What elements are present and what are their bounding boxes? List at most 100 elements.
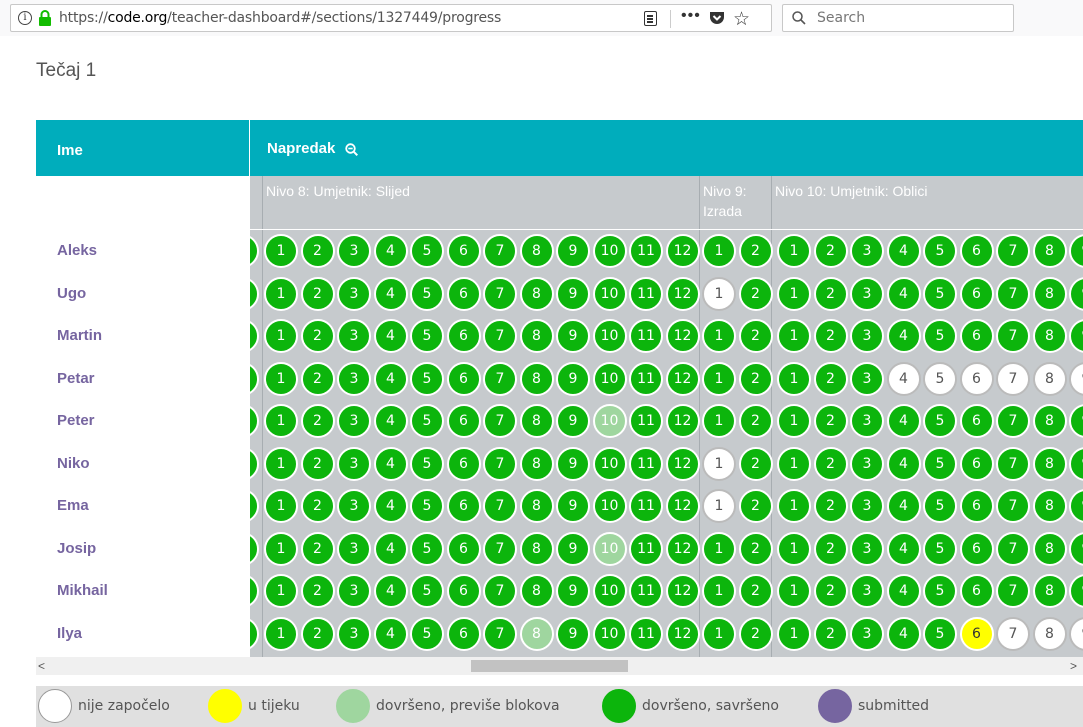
progress-bubble[interactable]: 1 [702,574,736,608]
progress-bubble[interactable]: 8 [519,446,554,481]
progress-bubble[interactable]: 11 [629,276,663,311]
progress-bubble[interactable]: 5 [410,361,444,396]
progress-bubble[interactable]: 11 [629,446,663,481]
progress-bubble[interactable]: 10 [592,234,627,268]
progress-bubble[interactable]: 4 [886,404,921,438]
progress-bubble[interactable]: 1 [702,446,736,481]
progress-bubble[interactable]: 7 [483,361,517,396]
progress-bubble[interactable]: 7 [483,234,517,268]
progress-bubble[interactable]: 3 [850,616,884,651]
progress-bubble[interactable]: 4 [373,489,408,523]
progress-bubble[interactable]: 4 [886,234,921,268]
progress-bubble[interactable]: 4 [886,616,921,651]
progress-bubble[interactable]: 5 [250,361,259,396]
progress-bubble[interactable]: 7 [483,404,517,438]
progress-bubble[interactable]: 7 [996,319,1030,353]
progress-bubble[interactable]: 10 [592,446,627,481]
progress-bubble[interactable]: 10 [592,404,627,438]
progress-bubble[interactable]: 9 [556,319,590,353]
progress-bubble[interactable]: 7 [996,234,1030,268]
progress-bubble[interactable]: 2 [300,276,335,311]
scroll-thumb[interactable] [471,660,628,672]
progress-bubble[interactable]: 3 [337,234,371,268]
progress-bubble[interactable]: 10 [592,574,627,608]
student-name[interactable]: Ugo [57,285,86,302]
progress-bubble[interactable]: 6 [959,616,994,651]
more-actions-icon[interactable]: ••• [681,7,701,25]
progress-bubble[interactable]: 6 [446,446,481,481]
progress-bubble[interactable]: 2 [738,234,773,268]
progress-bubble[interactable]: 8 [519,489,554,523]
progress-bubble[interactable]: 9 [1069,616,1083,651]
progress-bubble[interactable]: 1 [777,489,811,523]
progress-bubble[interactable]: 1 [702,404,736,438]
progress-bubble[interactable]: 1 [702,489,736,523]
progress-bubble[interactable]: 4 [373,574,408,608]
progress-bubble[interactable]: 7 [483,446,517,481]
progress-bubble[interactable]: 10 [592,616,627,651]
progress-bubble[interactable]: 11 [629,404,663,438]
zoom-out-icon[interactable] [345,143,358,156]
progress-bubble[interactable]: 2 [300,361,335,396]
progress-bubble[interactable]: 1 [702,234,736,268]
progress-bubble[interactable]: 3 [337,319,371,353]
progress-bubble[interactable]: 7 [483,574,517,608]
progress-bubble[interactable]: 3 [337,446,371,481]
student-name[interactable]: Aleks [57,242,97,259]
progress-bubble[interactable]: 12 [665,319,700,353]
info-icon[interactable]: i [18,11,32,25]
progress-bubble[interactable]: 9 [556,276,590,311]
progress-bubble[interactable]: 8 [519,361,554,396]
progress-bubble[interactable]: 3 [850,574,884,608]
progress-bubble[interactable]: 12 [665,574,700,608]
scroll-right-arrow[interactable]: > [1070,657,1077,675]
progress-bubble[interactable]: 7 [996,531,1030,566]
progress-bubble[interactable]: 5 [410,489,444,523]
progress-bubble[interactable]: 4 [886,276,921,311]
progress-bubble[interactable]: 1 [264,574,298,608]
progress-bubble[interactable]: 2 [300,531,335,566]
progress-bubble[interactable]: 6 [446,531,481,566]
progress-bubble[interactable]: 5 [250,446,259,481]
progress-bubble[interactable]: 2 [738,276,773,311]
progress-bubble[interactable]: 8 [519,319,554,353]
scroll-left-arrow[interactable]: < [38,657,45,675]
progress-bubble[interactable]: 1 [264,489,298,523]
progress-bubble[interactable]: 10 [592,489,627,523]
progress-bubble[interactable]: 1 [264,361,298,396]
progress-bubble[interactable]: 6 [446,574,481,608]
progress-bubble[interactable]: 7 [996,489,1030,523]
progress-bubble[interactable]: 11 [629,574,663,608]
progress-bubble[interactable]: 4 [886,446,921,481]
progress-bubble[interactable]: 8 [1032,276,1067,311]
progress-bubble[interactable]: 1 [264,446,298,481]
progress-bubble[interactable]: 2 [738,446,773,481]
progress-bubble[interactable]: 12 [665,404,700,438]
progress-bubble[interactable]: 12 [665,276,700,311]
progress-bubble[interactable]: 1 [264,319,298,353]
progress-bubble[interactable]: 2 [300,616,335,651]
progress-bubble[interactable]: 8 [1032,234,1067,268]
progress-bubble[interactable]: 1 [264,404,298,438]
progress-bubble[interactable]: 5 [250,319,259,353]
progress-bubble[interactable]: 2 [813,319,848,353]
progress-bubble[interactable]: 9 [1069,234,1083,268]
progress-bubble[interactable]: 8 [519,234,554,268]
progress-bubble[interactable]: 5 [923,276,957,311]
progress-bubble[interactable]: 5 [250,574,259,608]
progress-bubble[interactable]: 8 [1032,531,1067,566]
progress-bubble[interactable]: 8 [519,531,554,566]
progress-bubble[interactable]: 1 [777,404,811,438]
progress-bubble[interactable]: 12 [665,531,700,566]
progress-bubble[interactable]: 1 [702,361,736,396]
student-name[interactable]: Ema [57,497,89,514]
progress-bubble[interactable]: 2 [300,574,335,608]
progress-bubble[interactable]: 9 [556,446,590,481]
progress-bubble[interactable]: 5 [250,404,259,438]
progress-bubble[interactable]: 3 [850,234,884,268]
progress-bubble[interactable]: 1 [264,234,298,268]
progress-bubble[interactable]: 9 [1069,489,1083,523]
pocket-icon[interactable] [709,11,725,26]
progress-bubble[interactable]: 5 [250,616,259,651]
progress-bubble[interactable]: 3 [850,276,884,311]
